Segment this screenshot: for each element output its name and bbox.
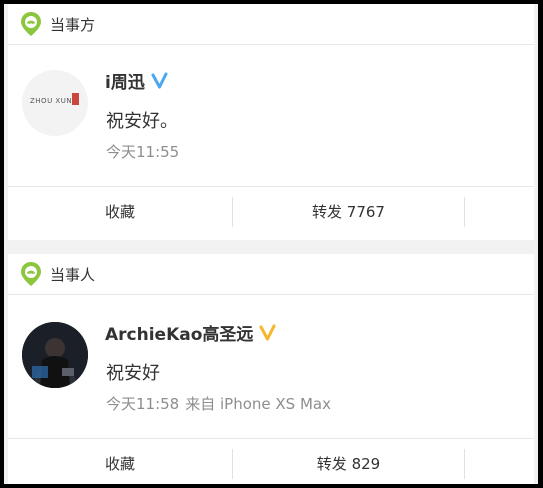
location-pin-icon <box>21 262 41 286</box>
avatar-logo-text: ZHOU XUN <box>30 97 73 105</box>
action-bar: 收藏 转发 829 <box>8 438 534 484</box>
post-time: 今天11:55 <box>106 143 180 161</box>
card-label-bar: 当事方 <box>8 4 534 45</box>
post-meta: 今天11:58 来自 iPhone XS Max <box>106 393 331 414</box>
card-label: 当事方 <box>50 16 96 34</box>
weibo-feed: 当事方 ZHOU XUN i周迅 祝安好。 今天11:55 收藏 转发 7767 <box>4 4 538 484</box>
location-pin-icon <box>21 12 41 36</box>
post-text: 祝安好。 <box>106 111 178 132</box>
verified-v-icon <box>259 324 276 340</box>
favorite-button[interactable]: 收藏 <box>8 439 232 484</box>
post-source: 来自 iPhone XS Max <box>185 395 331 413</box>
user-name[interactable]: ArchieKao高圣远 <box>105 320 253 345</box>
avatar-seal <box>72 93 79 105</box>
comment-button[interactable] <box>465 439 534 484</box>
favorite-button[interactable]: 收藏 <box>8 187 232 237</box>
post-time: 今天11:58 <box>106 395 180 413</box>
forward-button[interactable]: 转发 829 <box>233 439 464 484</box>
avatar[interactable]: ZHOU XUN <box>22 70 88 136</box>
avatar[interactable] <box>22 322 88 388</box>
post-meta: 今天11:55 <box>106 141 185 162</box>
card-label: 当事人 <box>50 266 96 284</box>
user-name[interactable]: i周迅 <box>105 68 145 93</box>
forward-button[interactable]: 转发 7767 <box>233 187 464 237</box>
avatar-photo <box>22 322 88 388</box>
comment-button[interactable] <box>465 187 534 237</box>
user-name-row: i周迅 <box>105 68 168 93</box>
user-name-row: ArchieKao高圣远 <box>105 320 276 345</box>
action-bar: 收藏 转发 7767 <box>8 186 534 237</box>
card-label-bar: 当事人 <box>8 254 534 295</box>
weibo-card: 当事方 ZHOU XUN i周迅 祝安好。 今天11:55 收藏 转发 7767 <box>8 4 534 240</box>
verified-v-icon <box>151 72 168 88</box>
weibo-card: 当事人 ArchieKao高圣远 祝安好 今天11:58 来自 iPhone XS… <box>8 254 534 484</box>
post-text: 祝安好 <box>106 363 160 384</box>
